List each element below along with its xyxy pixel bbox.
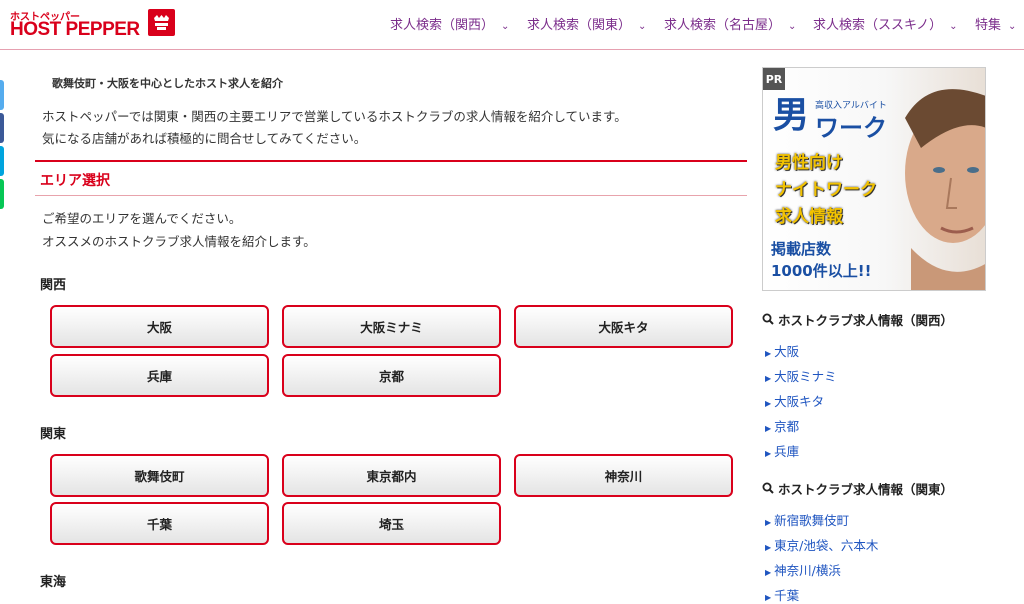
chevron-down-icon: ⌄: [788, 21, 797, 32]
chevron-down-icon: ⌄: [501, 21, 510, 32]
triangle-right-icon: ▶: [765, 593, 772, 602]
chevron-down-icon: ⌄: [949, 21, 958, 32]
pepper-mark-icon: [148, 9, 175, 36]
search-icon: [762, 482, 774, 497]
search-icon: [762, 313, 774, 328]
triangle-right-icon: ▶: [765, 424, 772, 433]
area-button-osaka-minami[interactable]: 大阪ミナミ: [282, 305, 501, 348]
facebook-share-icon[interactable]: [0, 113, 4, 143]
ad-kanji: 男: [773, 95, 810, 136]
triangle-right-icon: ▶: [765, 449, 772, 458]
region-heading-kanto: 関東: [40, 427, 67, 442]
area-button-kyoto[interactable]: 京都: [282, 354, 501, 397]
region-heading-kansai: 関西: [40, 278, 67, 293]
section-area-select: エリア選択: [35, 160, 747, 196]
site-header: ホストペッパー HOST PEPPER 求人検索（関西） ⌄ 求人検索（関東） ⌄ …: [0, 0, 1024, 50]
nav-item-nagoya[interactable]: 求人検索（名古屋） ⌄: [664, 14, 796, 33]
region-heading-tokai: 東海: [40, 575, 67, 590]
area-button-kanagawa[interactable]: 神奈川: [514, 454, 733, 497]
sidebar-link[interactable]: ▶ 新宿歌舞伎町: [765, 510, 849, 529]
area-button-chiba[interactable]: 千葉: [50, 502, 269, 545]
area-button-tokyo[interactable]: 東京都内: [282, 454, 501, 497]
sidebar-title-kanto: ホストクラブ求人情報（関東）: [762, 479, 953, 498]
sidebar-link[interactable]: ▶ 大阪: [765, 341, 799, 360]
sidebar-link[interactable]: ▶ 大阪キタ: [765, 391, 824, 410]
triangle-right-icon: ▶: [765, 374, 772, 383]
area-button-osaka-kita[interactable]: 大阪キタ: [514, 305, 733, 348]
share-bar: [0, 80, 4, 212]
section-title: エリア選択: [40, 173, 110, 189]
hatena-share-icon[interactable]: [0, 146, 4, 176]
guide-text: ご希望のエリアを選んでください。 オススメのホストクラブ求人情報を紹介します。: [42, 211, 316, 249]
ad-banner[interactable]: PR 男 高収入アルバイト ワーク 男性向け ナイトワーク 求人情報 掲載店数 …: [762, 67, 986, 291]
triangle-right-icon: ▶: [765, 568, 772, 577]
twitter-share-icon[interactable]: [0, 80, 4, 110]
area-button-kabukicho[interactable]: 歌舞伎町: [50, 454, 269, 497]
line-share-icon[interactable]: [0, 179, 4, 209]
intro-text: ホストペッパーでは関東・関西の主要エリアで営業しているホストクラブの求人情報を紹…: [42, 109, 627, 146]
chevron-down-icon: ⌄: [638, 21, 647, 32]
logo-big-text: HOST PEPPER: [10, 19, 140, 40]
area-button-hyogo[interactable]: 兵庫: [50, 354, 269, 397]
sidebar-link[interactable]: ▶ 東京/池袋、六本木: [765, 535, 878, 554]
sidebar-link[interactable]: ▶ 大阪ミナミ: [765, 366, 837, 385]
sidebar-link[interactable]: ▶ 兵庫: [765, 441, 799, 460]
nav-item-kansai[interactable]: 求人検索（関西） ⌄: [390, 14, 509, 33]
ad-count: 掲載店数 1000件以上!!: [771, 240, 872, 280]
page-heading: 歌舞伎町・大阪を中心としたホスト求人を紹介: [52, 77, 283, 90]
nav-item-kanto[interactable]: 求人検索（関東） ⌄: [527, 14, 646, 33]
site-logo[interactable]: ホストペッパー HOST PEPPER: [10, 8, 175, 40]
triangle-right-icon: ▶: [765, 518, 772, 527]
triangle-right-icon: ▶: [765, 399, 772, 408]
ad-work: ワーク: [815, 114, 887, 142]
ad-lines: 男性向け ナイトワーク 求人情報: [775, 153, 877, 227]
area-button-saitama[interactable]: 埼玉: [282, 502, 501, 545]
sidebar-link[interactable]: ▶ 京都: [765, 416, 799, 435]
triangle-right-icon: ▶: [765, 543, 772, 552]
area-button-osaka[interactable]: 大阪: [50, 305, 269, 348]
triangle-right-icon: ▶: [765, 349, 772, 358]
sidebar-title-kansai: ホストクラブ求人情報（関西）: [762, 310, 953, 329]
chevron-down-icon: ⌄: [1008, 21, 1017, 32]
sidebar-link[interactable]: ▶ 神奈川/横浜: [765, 560, 841, 579]
nav-item-feature[interactable]: 特集 ⌄: [975, 14, 1016, 33]
sidebar-link[interactable]: ▶ 千葉: [765, 585, 799, 604]
ad-model-photo: [891, 78, 985, 290]
nav-item-susukino[interactable]: 求人検索（ススキノ） ⌄: [813, 14, 957, 33]
